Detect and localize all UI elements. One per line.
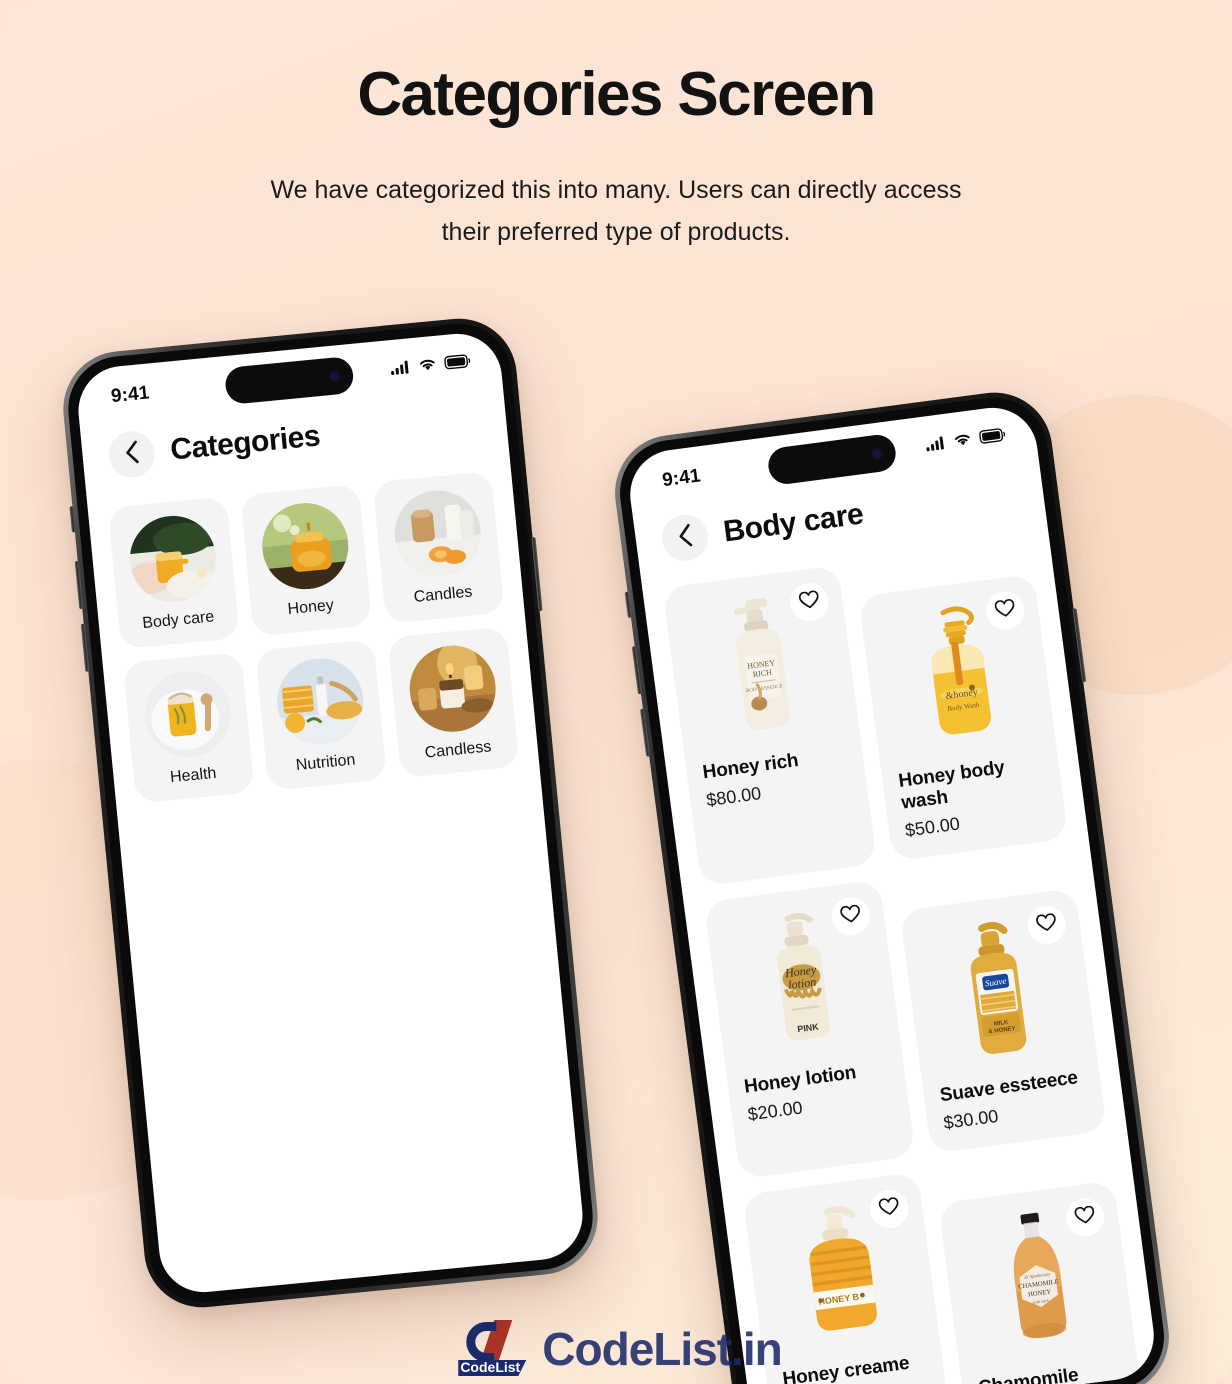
heart-outline-icon	[994, 598, 1017, 623]
category-label: Candless	[423, 737, 493, 762]
page-subtitle: We have categorized this into many. User…	[270, 175, 962, 246]
signal-bars-icon	[925, 435, 947, 456]
category-label: Health	[169, 764, 218, 786]
category-label: Nutrition	[295, 751, 357, 774]
category-thumb-body-care	[125, 512, 220, 606]
category-thumb-candles	[390, 486, 485, 581]
page-heading: Categories	[168, 419, 322, 467]
category-card-candles[interactable]: Candles	[372, 471, 505, 624]
front-camera-icon	[328, 370, 341, 383]
phone-mockup-categories: 9:41 Categories Body care Honey Candles …	[58, 313, 603, 1313]
status-time: 9:41	[660, 465, 702, 492]
phone-bezel: 9:41	[63, 318, 598, 1308]
category-thumb-honey	[257, 499, 352, 594]
category-thumb-health	[140, 666, 235, 761]
category-label: Body care	[141, 608, 215, 633]
product-card[interactable]: &honey Body Wash Honey body wash $50.00	[858, 573, 1069, 862]
product-card[interactable]: Suave MILK & HONEY Suave essteece $30.00	[899, 887, 1108, 1154]
codelist-logo-icon: CodeList	[450, 1318, 546, 1380]
battery-icon	[978, 427, 1006, 449]
category-thumb-nutrition	[272, 654, 367, 749]
wifi-icon	[953, 431, 973, 452]
category-label: Honey	[286, 596, 335, 619]
battery-icon	[444, 353, 472, 374]
codelist-watermark: CodeList CodeList.in	[450, 1318, 783, 1380]
product-card[interactable]: El Apothecary CHAMOMILE HONEY with stick…	[938, 1180, 1149, 1384]
category-label: Candles	[413, 583, 474, 606]
category-card-health[interactable]: Health	[122, 651, 255, 804]
page-title: Categories Screen	[357, 60, 876, 129]
front-camera-icon	[870, 447, 884, 460]
heart-outline-icon	[1035, 912, 1058, 937]
header: Categories Screen We have categorized th…	[0, 60, 1232, 253]
product-card[interactable]: Honey lotion PINK Honey lotion $20.00	[703, 879, 916, 1180]
product-card[interactable]: HONEY RICH BODY ESSENCE Honey rich $80.0…	[662, 565, 878, 887]
heart-outline-icon	[839, 904, 862, 929]
back-button[interactable]	[659, 511, 711, 564]
category-card-honey[interactable]: Honey	[240, 483, 373, 637]
categories-screen: 9:41 Categories Body care Honey Candles …	[74, 329, 587, 1297]
signal-bars-icon	[390, 359, 412, 380]
category-card-nutrition[interactable]: Nutrition	[255, 638, 388, 792]
category-card-body-care[interactable]: Body care	[107, 496, 240, 649]
wifi-icon	[418, 356, 438, 377]
category-thumb-candless	[405, 641, 500, 736]
product-name: Honey creame	[781, 1352, 911, 1384]
heart-outline-icon	[1074, 1205, 1097, 1230]
chevron-left-icon	[123, 439, 141, 469]
status-icons	[925, 427, 1007, 456]
status-icons	[390, 353, 471, 380]
svg-text:CodeList: CodeList	[460, 1359, 520, 1375]
heart-outline-icon	[878, 1196, 901, 1221]
chevron-left-icon	[676, 522, 695, 553]
back-button[interactable]	[106, 429, 157, 480]
categories-grid: Body care Honey Candles Health Nutrition…	[86, 449, 539, 805]
page-heading: Body care	[721, 497, 866, 549]
category-card-candless[interactable]: Candless	[387, 625, 520, 779]
heart-outline-icon	[798, 589, 821, 614]
codelist-watermark-text: CodeList.in	[542, 1323, 782, 1375]
status-time: 9:41	[110, 382, 151, 408]
